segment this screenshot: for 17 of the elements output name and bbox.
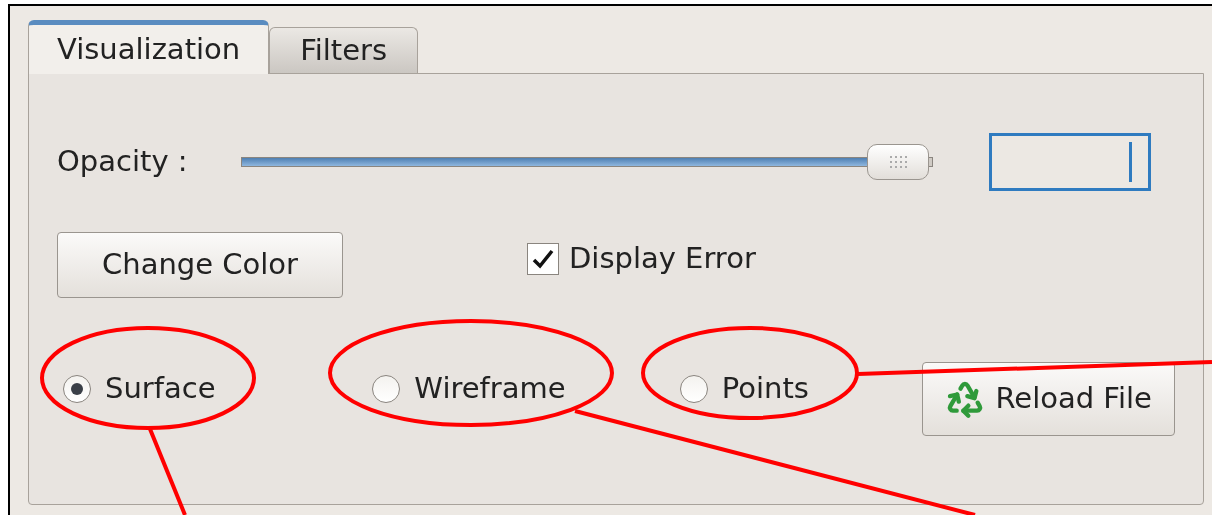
opacity-slider[interactable] — [241, 144, 933, 180]
reload-file-button[interactable]: Reload File — [922, 362, 1175, 436]
radio-label: Points — [721, 370, 809, 408]
change-color-button[interactable]: Change Color — [57, 232, 343, 298]
display-error-label: Display Error — [569, 240, 756, 278]
checkmark-icon — [531, 247, 555, 271]
radio-button[interactable] — [63, 375, 91, 403]
radio-label: Surface — [105, 370, 216, 408]
radio-label: Wireframe — [414, 370, 566, 408]
display-error-checkbox[interactable] — [527, 243, 559, 275]
slider-handle[interactable] — [867, 144, 930, 180]
tab[interactable]: Visualization — [28, 20, 270, 74]
radio-button[interactable] — [372, 375, 401, 403]
opacity-label: Opacity : — [57, 143, 189, 181]
tab[interactable]: Filters — [269, 27, 419, 73]
radio-button[interactable] — [679, 375, 708, 403]
opacity-input[interactable] — [989, 133, 1151, 191]
